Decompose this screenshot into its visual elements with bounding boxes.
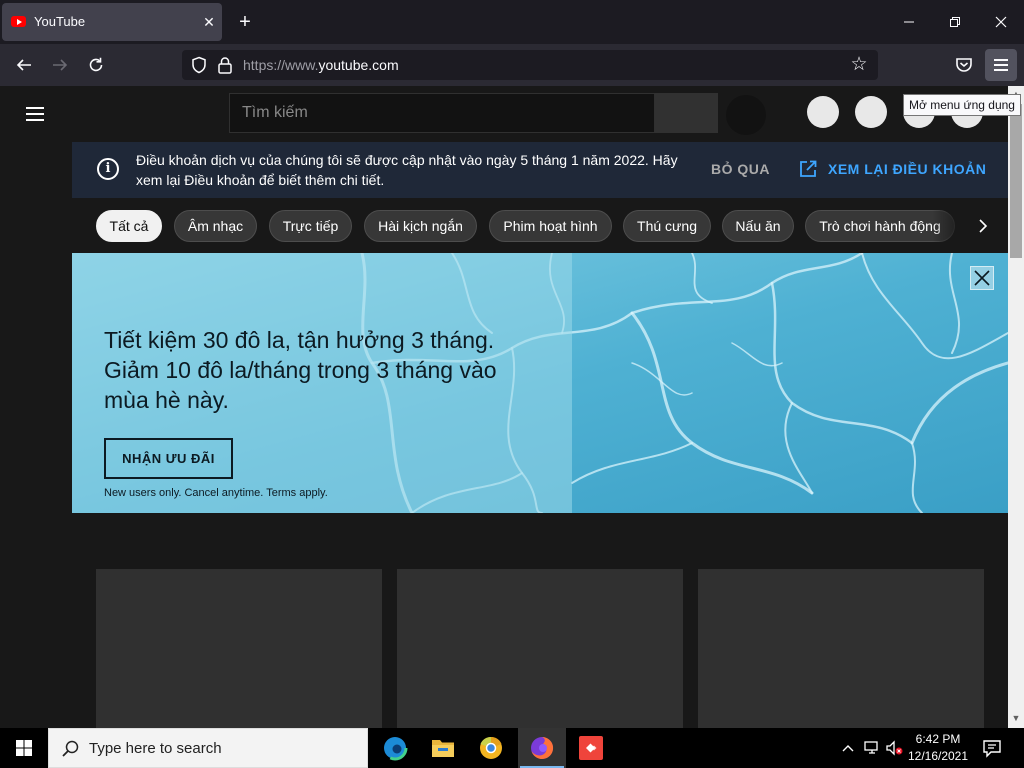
shield-icon[interactable] xyxy=(190,56,208,74)
terms-notice: i Điều khoản dịch vụ của chúng tôi sẽ đư… xyxy=(72,142,1008,198)
screen: YouTube ✕ + https://www.youtube.com ☆ Mở… xyxy=(0,0,1024,768)
taskbar-search-placeholder: Type here to search xyxy=(89,740,222,757)
minimize-icon[interactable] xyxy=(894,8,924,36)
tab-title: YouTube xyxy=(34,14,86,29)
masthead-button-1[interactable] xyxy=(807,96,839,128)
chip-live[interactable]: Trực tiếp xyxy=(269,210,352,242)
anydesk-icon[interactable] xyxy=(567,728,615,768)
video-thumbnail-placeholder[interactable] xyxy=(698,569,984,728)
reload-icon[interactable] xyxy=(82,51,110,79)
notification-icon[interactable] xyxy=(980,736,1004,760)
clock-time: 6:42 PM xyxy=(915,732,961,746)
youtube-masthead xyxy=(0,86,1008,142)
guide-line xyxy=(26,113,44,115)
taskbar-clock[interactable]: 6:42 PM 12/16/2021 xyxy=(906,731,970,765)
youtube-page: i Điều khoản dịch vụ của chúng tôi sẽ đư… xyxy=(0,86,1008,728)
url-prefix: https://www. xyxy=(243,57,319,73)
app-menu-button[interactable] xyxy=(985,49,1017,81)
window-close-icon[interactable] xyxy=(986,8,1016,36)
chevron-right-icon[interactable] xyxy=(968,211,998,241)
chip-pets[interactable]: Thú cưng xyxy=(623,210,711,242)
review-terms-label: XEM LẠI ĐIỀU KHOẢN xyxy=(828,161,987,177)
tab-youtube[interactable]: YouTube ✕ xyxy=(2,3,222,41)
chevron-up-icon[interactable] xyxy=(838,738,858,758)
hamburger-icon-line xyxy=(994,64,1008,66)
search-icon xyxy=(62,740,79,757)
close-icon xyxy=(974,270,990,286)
windows-taskbar: Type here to search 6:42 PM 12/16/2021 xyxy=(0,728,1024,768)
video-thumbnail-placeholder[interactable] xyxy=(397,569,683,728)
chip-cooking[interactable]: Nấu ăn xyxy=(722,210,794,242)
taskbar-search-box[interactable]: Type here to search xyxy=(48,728,368,768)
hamburger-icon-line xyxy=(994,69,1008,71)
skip-button[interactable]: BỎ QUA xyxy=(711,161,770,177)
chip-music[interactable]: Âm nhạc xyxy=(174,210,257,242)
restore-icon[interactable] xyxy=(940,8,970,36)
guide-line xyxy=(26,107,44,109)
chip-all[interactable]: Tất cả xyxy=(96,210,162,242)
hamburger-icon xyxy=(994,59,1008,61)
back-icon[interactable] xyxy=(10,51,38,79)
chip-animation[interactable]: Phim hoạt hình xyxy=(489,210,612,242)
url-host: youtube.com xyxy=(318,57,399,73)
premium-promo-banner: Tiết kiệm 30 đô la, tận hưởng 3 tháng. G… xyxy=(72,253,1008,513)
banner-close-button[interactable] xyxy=(970,266,994,290)
start-button[interactable] xyxy=(0,728,48,768)
video-thumbnail-placeholder[interactable] xyxy=(96,569,382,728)
pocket-icon[interactable] xyxy=(951,52,977,78)
network-icon[interactable] xyxy=(862,738,882,758)
edge-icon[interactable] xyxy=(371,728,419,768)
guide-menu-icon[interactable] xyxy=(24,104,48,124)
scrollbar-thumb[interactable] xyxy=(1010,104,1022,258)
voice-search-button[interactable] xyxy=(726,95,766,135)
search-input[interactable] xyxy=(229,93,655,133)
search-button[interactable] xyxy=(655,93,718,133)
notice-text: Điều khoản dịch vụ của chúng tôi sẽ được… xyxy=(136,152,678,188)
chip-sketch-comedy[interactable]: Hài kịch ngắn xyxy=(364,210,477,242)
volume-muted-icon[interactable] xyxy=(885,738,905,758)
page-scrollbar[interactable]: ▲ ▼ xyxy=(1008,86,1024,728)
guide-line xyxy=(26,119,44,121)
chip-bar: Tất cả Âm nhạc Trực tiếp Hài kịch ngắn P… xyxy=(72,198,1008,252)
windows-logo-icon xyxy=(16,740,32,756)
url-text[interactable]: https://www.youtube.com xyxy=(243,57,399,73)
browser-tab-strip: YouTube ✕ + xyxy=(0,0,1024,44)
new-tab-button[interactable]: + xyxy=(232,10,258,36)
chrome-canary-icon[interactable] xyxy=(467,728,515,768)
url-bar[interactable]: https://www.youtube.com ☆ xyxy=(182,50,878,80)
clock-date: 12/16/2021 xyxy=(907,749,969,763)
banner-fine-print: New users only. Cancel anytime. Terms ap… xyxy=(104,487,328,499)
get-offer-button[interactable]: NHẬN ƯU ĐÃI xyxy=(104,438,233,479)
masthead-button-2[interactable] xyxy=(855,96,887,128)
star-icon[interactable]: ☆ xyxy=(848,54,870,76)
lock-icon[interactable] xyxy=(217,56,233,74)
forward-icon[interactable] xyxy=(46,51,74,79)
menu-tooltip: Mở menu ứng dụng xyxy=(903,94,1021,116)
browser-toolbar: https://www.youtube.com ☆ xyxy=(0,44,1024,86)
banner-headline: Tiết kiệm 30 đô la, tận hưởng 3 tháng. G… xyxy=(104,327,497,413)
firefox-icon[interactable] xyxy=(518,728,566,768)
external-link-icon xyxy=(800,160,817,177)
file-explorer-icon[interactable] xyxy=(419,728,467,768)
scroll-down-icon[interactable]: ▼ xyxy=(1008,710,1024,726)
youtube-favicon-icon xyxy=(11,16,26,27)
tab-close-icon[interactable]: ✕ xyxy=(198,11,220,33)
info-icon: i xyxy=(97,158,119,180)
